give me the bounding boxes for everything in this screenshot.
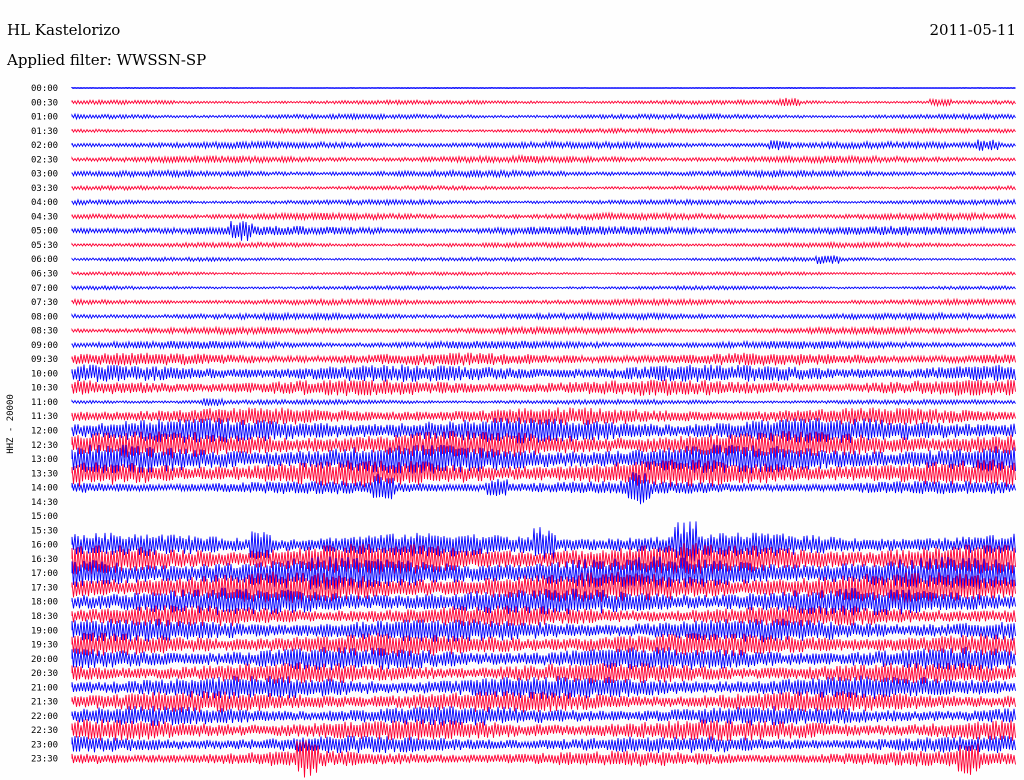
time-label: 03:00 — [31, 170, 58, 180]
time-label: 09:00 — [31, 341, 58, 351]
time-label: 04:30 — [31, 212, 58, 222]
time-label: 00:30 — [31, 98, 58, 108]
time-label: 08:30 — [31, 327, 58, 337]
time-label: 15:00 — [31, 512, 58, 522]
time-label: 09:30 — [31, 355, 58, 365]
time-label: 13:00 — [31, 455, 58, 465]
time-label: 13:30 — [31, 469, 58, 479]
time-label: 20:30 — [31, 669, 58, 679]
trace-line — [71, 339, 1016, 350]
time-label: 12:30 — [31, 441, 58, 451]
helicorder-plot: 00:00 00:30 01:00 01:30 02:00 02:30 03:00 03:30… — [31, 84, 1016, 778]
trace-line — [71, 719, 1016, 742]
time-label: 08:00 — [31, 312, 58, 322]
trace-line — [71, 211, 1016, 222]
time-label: 23:00 — [31, 740, 58, 750]
time-label: 11:30 — [31, 412, 58, 422]
trace-line — [71, 297, 1016, 307]
time-label: 12:00 — [31, 426, 58, 436]
time-label: 18:30 — [31, 612, 58, 622]
time-label: 17:00 — [31, 569, 58, 579]
time-label: 22:30 — [31, 726, 58, 736]
time-label: 17:30 — [31, 583, 58, 593]
time-label: 14:00 — [31, 484, 58, 494]
time-label-group: 00:00 00:30 01:00 01:30 02:00 02:30 03:00 03:30… — [31, 84, 58, 765]
time-label: 16:30 — [31, 555, 58, 565]
trace-line — [71, 97, 1016, 108]
time-label: 19:30 — [31, 641, 58, 651]
time-label: 07:30 — [31, 298, 58, 308]
time-label: 14:30 — [31, 498, 58, 508]
trace-line — [71, 352, 1016, 366]
time-label: 22:00 — [31, 712, 58, 722]
trace-line — [71, 646, 1016, 671]
time-label: 20:00 — [31, 655, 58, 665]
time-label: 05:00 — [31, 227, 58, 237]
time-label: 00:00 — [31, 84, 58, 94]
time-label: 05:30 — [31, 241, 58, 251]
trace-group — [71, 86, 1016, 778]
time-label: 10:30 — [31, 384, 58, 394]
trace-line — [71, 364, 1016, 383]
trace-line — [71, 86, 1016, 90]
time-label: 11:00 — [31, 398, 58, 408]
time-label: 18:00 — [31, 598, 58, 608]
trace-line — [71, 311, 1016, 322]
trace-line — [71, 270, 1016, 277]
trace-line — [71, 632, 1016, 657]
time-label: 07:00 — [31, 284, 58, 294]
trace-line — [71, 220, 1016, 242]
trace-line — [71, 198, 1016, 207]
trace-line — [71, 325, 1016, 336]
time-label: 10:00 — [31, 369, 58, 379]
trace-line — [71, 254, 1016, 264]
trace-line — [71, 154, 1016, 165]
trace-line — [71, 397, 1016, 407]
trace-line — [71, 705, 1016, 726]
trace-line — [71, 379, 1016, 396]
trace-line — [71, 168, 1016, 179]
trace-line — [71, 240, 1016, 250]
time-label: 15:30 — [31, 526, 58, 536]
trace-line — [71, 407, 1016, 426]
trace-line — [71, 735, 1016, 754]
trace-line — [71, 284, 1016, 291]
time-label: 21:00 — [31, 683, 58, 693]
trace-line — [71, 139, 1016, 151]
trace-line — [71, 112, 1016, 121]
time-label: 06:00 — [31, 255, 58, 265]
time-label: 21:30 — [31, 698, 58, 708]
trace-line — [71, 184, 1016, 192]
time-label: 16:00 — [31, 541, 58, 551]
time-label: 03:30 — [31, 184, 58, 194]
time-label: 01:00 — [31, 113, 58, 123]
trace-line — [71, 127, 1016, 135]
time-label: 06:30 — [31, 270, 58, 280]
time-label: 02:30 — [31, 155, 58, 165]
time-label: 02:00 — [31, 141, 58, 151]
time-label: 19:00 — [31, 626, 58, 636]
time-label: 23:30 — [31, 755, 58, 765]
time-label: 01:30 — [31, 127, 58, 137]
time-label: 04:00 — [31, 198, 58, 208]
